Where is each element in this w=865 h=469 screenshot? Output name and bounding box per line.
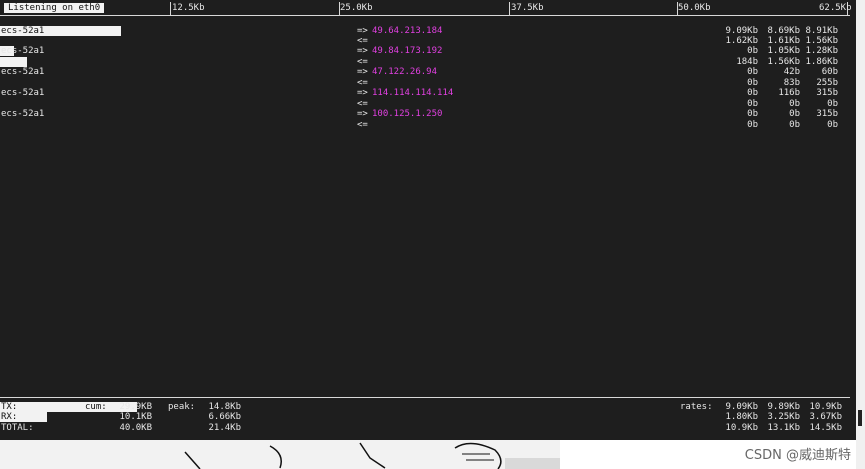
in-arrow: <= [357,57,368,67]
total-cum: 40.0KB [119,423,152,433]
scale-label: 37.5Kb [511,3,544,13]
in-arrow: <= [357,78,368,88]
tx-rate-2s: 9.09Kb [725,402,758,412]
rx-peak: 6.66Kb [208,412,241,422]
rx-rate-10s: 3.25Kb [767,412,800,422]
rate-10s: 116b [778,88,800,98]
rate-10s: 42b [783,67,800,77]
flow-host: ecs-52a1 [1,46,45,56]
flow-host: ecs-52a1 [1,109,45,119]
tx-rate-40s: 10.9Kb [809,402,842,412]
rate-2s: 0b [747,109,758,119]
rx-cum: 10.1KB [119,412,152,422]
in-arrow: <= [357,36,368,46]
tx-peak: 14.8Kb [208,402,241,412]
peak-label: peak: [168,402,196,412]
rate-10s: 0b [789,99,800,109]
rx-label: RX: [1,412,18,422]
scale-tick [170,2,171,15]
rate-40s: 1.56Kb [805,36,838,46]
rate-10s: 0b [789,109,800,119]
tx-cum: 29.9KB [119,402,152,412]
in-arrow: <= [357,120,368,130]
rates-label: rates: [680,402,713,412]
rx-rate-40s: 3.67Kb [809,412,842,422]
total-rate-10s: 13.1Kb [767,423,800,433]
rate-2s: 0b [747,88,758,98]
scale-label: 50.0Kb [678,3,711,13]
in-arrow: <= [357,99,368,109]
rate-10s: 1.56Kb [767,57,800,67]
scrollbar-thumb[interactable] [858,410,862,426]
rate-2s: 0b [747,67,758,77]
out-arrow: => [357,88,368,98]
rate-2s: 184b [736,57,758,67]
rate-40s: 1.86Kb [805,57,838,67]
flow-destination[interactable]: 49.84.173.192 [372,46,442,56]
rate-2s: 0b [747,46,758,56]
rx-rate-2s: 1.80Kb [725,412,758,422]
watermark-text: CSDN @威迪斯特 [744,448,851,463]
flow-host: ecs-52a1 [1,26,45,36]
rate-10s: 0b [789,120,800,130]
rate-2s: 0b [747,99,758,109]
flow-destination[interactable]: 47.122.26.94 [372,67,437,77]
iftop-terminal: Listening on eth0 12.5Kb 25.0Kb 37.5Kb 5… [0,0,855,440]
rate-2s: 1.62Kb [725,36,758,46]
rate-10s: 8.69Kb [767,26,800,36]
rate-40s: 60b [821,67,838,77]
total-peak: 21.4Kb [208,423,241,433]
flow-host: ecs-52a1 [1,88,45,98]
flow-destination[interactable]: 49.64.213.184 [372,26,442,36]
total-label: TOTAL: [1,423,34,433]
rate-2s: 0b [747,120,758,130]
rate-40s: 0b [827,120,838,130]
rate-2s: 0b [747,78,758,88]
scale-tick [509,2,510,15]
rate-40s: 255b [816,78,838,88]
cum-label: cum: [85,402,107,412]
traffic-bar [0,57,27,67]
rate-10s: 1.05Kb [767,46,800,56]
footer-divider [0,397,850,398]
scale-label: 25.0Kb [340,3,373,13]
total-rate-2s: 10.9Kb [725,423,758,433]
total-rate-40s: 14.5Kb [809,423,842,433]
out-arrow: => [357,109,368,119]
rate-40s: 8.91Kb [805,26,838,36]
rate-40s: 315b [816,109,838,119]
rate-10s: 83b [783,78,800,88]
out-arrow: => [357,26,368,36]
rate-40s: 0b [827,99,838,109]
scale-label: 12.5Kb [172,3,205,13]
flow-destination[interactable]: 100.125.1.250 [372,109,442,119]
vertical-scrollbar[interactable] [856,0,865,469]
rate-40s: 315b [816,88,838,98]
rate-40s: 1.28Kb [805,46,838,56]
tx-label: TX: [1,402,18,412]
rate-10s: 1.61Kb [767,36,800,46]
tx-rate-10s: 9.89Kb [767,402,800,412]
scale-axis [0,15,850,16]
flow-destination[interactable]: 114.114.114.114 [372,88,453,98]
scale-label: 62.5Kb [819,3,852,13]
interface-label: Listening on eth0 [4,3,105,13]
flow-host: ecs-52a1 [1,67,45,77]
sketch-drawing [0,440,560,469]
out-arrow: => [357,46,368,56]
out-arrow: => [357,67,368,77]
rate-2s: 9.09Kb [725,26,758,36]
